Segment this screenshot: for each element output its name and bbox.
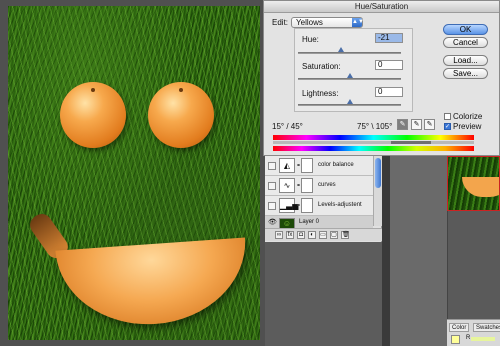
fx-icon[interactable]: fx (286, 231, 294, 239)
saturation-slider-thumb[interactable] (347, 73, 353, 78)
trash-icon[interactable]: 🗑 (341, 231, 350, 239)
foreground-color-swatch[interactable] (451, 335, 460, 344)
saturation-label: Saturation: (302, 62, 341, 71)
preview-checkbox-box[interactable]: ✓ (444, 123, 451, 130)
input-spectrum-bar (273, 135, 474, 140)
photo[interactable] (8, 6, 260, 340)
new-layer-icon[interactable]: ▢ (330, 231, 338, 239)
preview-checkbox[interactable]: ✓ Preview (444, 122, 481, 131)
layer-name: curves (318, 182, 336, 188)
edit-row: Edit: Yellows ▲▼ (272, 17, 364, 28)
visibility-toggle[interactable] (268, 182, 276, 190)
preview-label: Preview (453, 122, 482, 131)
hue-label: Hue: (302, 35, 319, 44)
group-icon[interactable]: ▭ (319, 231, 327, 239)
orange-left (60, 82, 126, 148)
visibility-toggle[interactable] (268, 202, 276, 210)
banana-thumbnail (462, 177, 499, 197)
colorize-checkbox[interactable]: Colorize (444, 112, 482, 121)
lightness-slider-thumb[interactable] (347, 99, 353, 104)
range-right-text: 75° \ 105° (357, 122, 393, 131)
layer-mask-thumbnail[interactable] (301, 198, 313, 213)
range-slider-fill[interactable] (391, 141, 431, 144)
ok-button[interactable]: OK (443, 24, 488, 35)
range-slider[interactable] (273, 141, 474, 144)
tab-color[interactable]: Color (449, 323, 470, 332)
layers-panel: ◭ ⚭ color balance ∿ ⚭ curves ▁▃▅ ⚭ Level… (265, 156, 382, 242)
saturation-input[interactable]: 0 (375, 60, 403, 70)
cancel-button[interactable]: Cancel (443, 37, 488, 48)
levels-icon: ▁▃▅ (279, 198, 298, 213)
layer-mask-thumbnail[interactable] (301, 158, 313, 173)
document-canvas[interactable] (0, 0, 265, 346)
link-icon[interactable]: ∞ (275, 231, 283, 239)
eyedropper-plus-icon[interactable]: ✎ (411, 119, 422, 130)
save-button[interactable]: Save... (443, 68, 488, 79)
lightness-slider-track[interactable] (298, 104, 401, 106)
hue-slider-track[interactable] (298, 52, 401, 54)
secondary-document-area (447, 211, 500, 319)
edit-select-value: Yellows (296, 18, 323, 27)
layer-name: Layer 0 (299, 219, 320, 225)
hue-input[interactable]: -21 (375, 33, 403, 43)
layer-mask-thumbnail[interactable] (301, 178, 313, 193)
layer-name: Levels-adjustent (318, 202, 362, 208)
edit-select[interactable]: Yellows ▲▼ (291, 17, 364, 28)
dialog-title: Hue/Saturation (264, 1, 499, 13)
color-balance-icon: ◭ (279, 158, 295, 173)
scrollbar-thumb[interactable] (375, 158, 381, 188)
layer-row-levels[interactable]: ▁▃▅ ⚭ Levels-adjustent (265, 196, 373, 216)
color-panel: Color Swatches R (447, 319, 500, 346)
load-button[interactable]: Load... (443, 55, 488, 66)
output-spectrum-bar (273, 146, 474, 151)
layer-row-curves[interactable]: ∿ ⚭ curves (265, 176, 373, 196)
secondary-document-window[interactable] (390, 156, 448, 346)
eye-icon[interactable]: 👁 (268, 219, 277, 227)
range-left-text: 15° / 45° (272, 122, 303, 131)
edit-label: Edit: (272, 18, 289, 27)
saturation-slider-track[interactable] (298, 78, 401, 80)
eyedropper-minus-icon[interactable]: ✎ (424, 119, 435, 130)
curves-icon: ∿ (279, 178, 295, 193)
layer-row-color-balance[interactable]: ◭ ⚭ color balance (265, 156, 373, 176)
adjustment-icon[interactable]: ◐ (308, 231, 316, 239)
lightness-input[interactable]: 0 (375, 87, 403, 97)
hue-slider-thumb[interactable] (338, 47, 344, 52)
layers-scrollbar[interactable] (373, 156, 382, 226)
orange-right (148, 82, 214, 148)
chevron-down-icon: ▲▼ (352, 18, 364, 27)
colorize-checkbox-box[interactable] (444, 113, 451, 120)
tab-swatches[interactable]: Swatches (473, 323, 500, 332)
eyedropper-icon[interactable]: ✎ (397, 119, 408, 130)
mask-icon[interactable]: ◘ (297, 231, 305, 239)
visibility-toggle[interactable] (268, 162, 276, 170)
lightness-label: Lightness: (302, 89, 339, 98)
channel-label: R (466, 335, 471, 341)
layers-footer: ∞ fx ◘ ◐ ▭ ▢ 🗑 (265, 228, 382, 241)
navigator-preview[interactable] (447, 156, 500, 211)
colorize-label: Colorize (453, 112, 483, 121)
layer-name: color balance (318, 162, 354, 168)
channel-slider[interactable] (471, 337, 495, 341)
